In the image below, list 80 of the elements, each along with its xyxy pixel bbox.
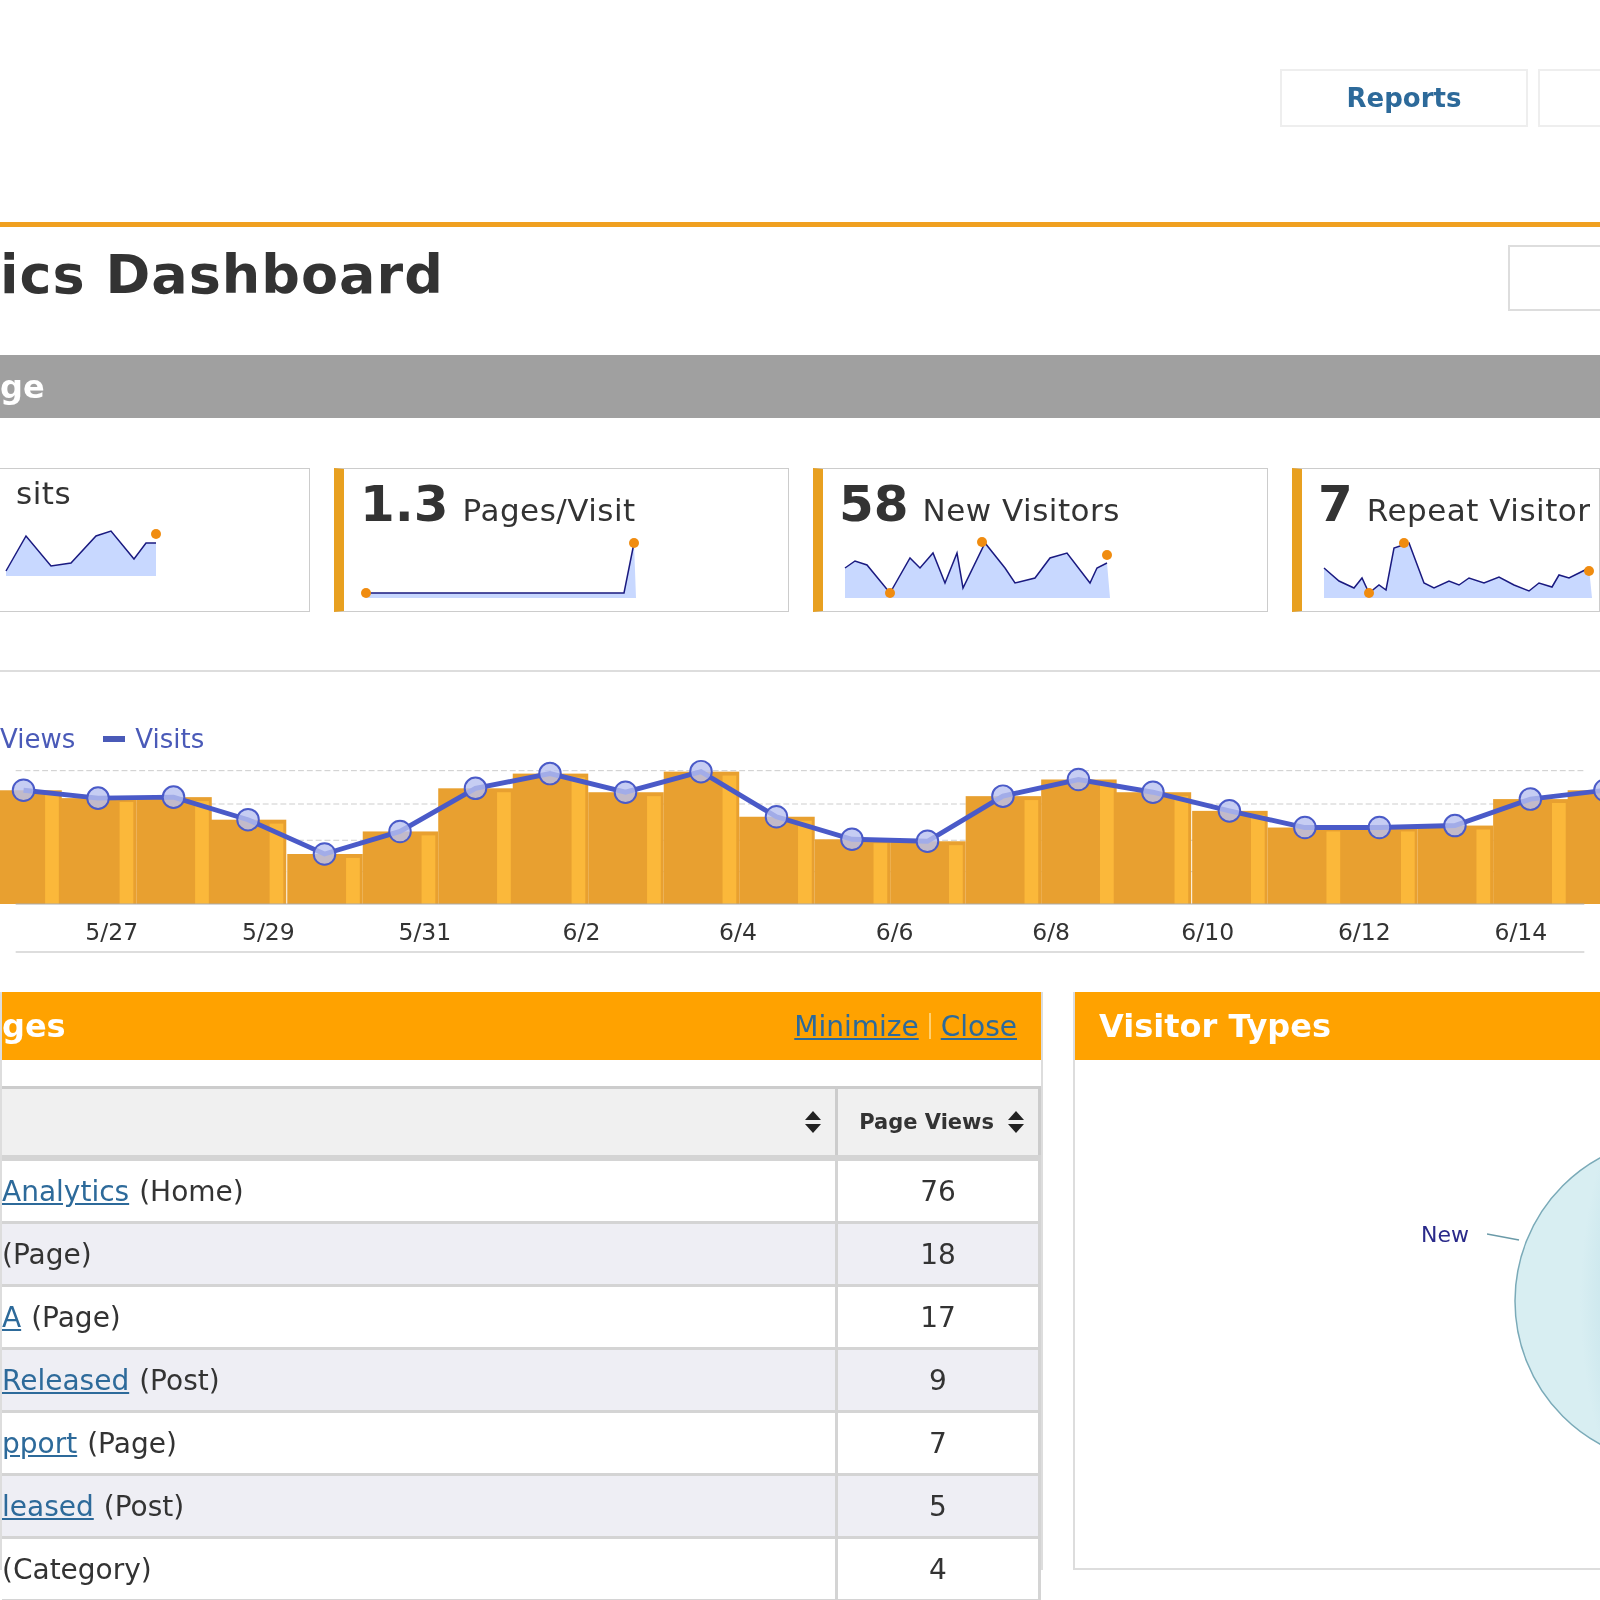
stat-label: sits <box>16 475 72 511</box>
visits-point <box>161 785 186 809</box>
visits-point <box>1518 787 1543 811</box>
pie-label: New <box>1421 1222 1469 1247</box>
visits-point <box>1293 815 1317 840</box>
stat-value: 58 <box>839 475 909 533</box>
stat-label: New Visitors <box>922 492 1120 528</box>
page-link[interactable]: leased <box>2 1489 94 1523</box>
sparkline-point <box>1584 566 1594 576</box>
visits-point <box>236 807 260 832</box>
page-type: (Post) <box>103 1489 185 1523</box>
views-cell: 4 <box>838 1539 1041 1599</box>
views-cell: 9 <box>838 1350 1041 1410</box>
views-cell: 76 <box>838 1161 1041 1221</box>
visits-point <box>840 827 864 852</box>
sort-icon[interactable] <box>1008 1111 1024 1133</box>
sparkline-point <box>1399 538 1409 548</box>
page-link[interactable]: pport <box>2 1426 78 1460</box>
page-type: (Page) <box>2 1237 92 1271</box>
column-header[interactable]: Page Views <box>838 1089 1041 1155</box>
section-title: ge <box>0 367 45 406</box>
visits-point <box>1217 799 1242 823</box>
visits-point <box>915 829 940 853</box>
stat-label: Pages/Visit <box>462 492 636 528</box>
axis-label: 5/31 <box>398 918 452 947</box>
panel-title: ges <box>2 1007 66 1045</box>
axis-label: 5/29 <box>241 918 295 947</box>
visits-point <box>312 842 337 866</box>
page-type: (Page) <box>31 1300 121 1334</box>
axis-label: 5/27 <box>85 918 139 947</box>
visits-point <box>991 784 1015 808</box>
axis-label: 6/2 <box>562 918 601 947</box>
leader-line <box>1487 1232 1521 1242</box>
visits-point <box>1367 815 1392 840</box>
page-type: (Page) <box>87 1426 177 1460</box>
sparkline-point <box>629 538 639 548</box>
page-link[interactable]: A <box>2 1300 22 1334</box>
axis-label: 6/14 <box>1494 918 1548 947</box>
axis-label: 6/6 <box>875 918 914 947</box>
axis-label: 6/10 <box>1181 918 1235 947</box>
legend-item: Visits <box>103 724 205 754</box>
visits-point <box>538 761 562 786</box>
sparkline-point <box>1102 550 1112 560</box>
page-type: (Post) <box>139 1363 220 1397</box>
views-cell: 17 <box>838 1287 1041 1347</box>
sparkline-point <box>361 588 371 598</box>
visits-point <box>689 759 713 784</box>
nav-button[interactable]: Reports <box>1280 69 1528 127</box>
visits-point <box>388 819 412 844</box>
sort-icon[interactable] <box>805 1111 821 1133</box>
visits-point <box>11 778 36 803</box>
visits-point <box>764 805 789 829</box>
page-link[interactable]: Released <box>2 1363 130 1397</box>
stat-value: 7 <box>1318 475 1353 533</box>
axis-label: 6/8 <box>1032 918 1071 947</box>
sparkline-point <box>885 588 895 598</box>
views-cell: 5 <box>838 1476 1041 1536</box>
page-type: (Home) <box>139 1174 244 1208</box>
visits-point <box>1066 767 1091 792</box>
sparkline-point <box>1364 588 1374 598</box>
visits-point <box>1593 778 1600 803</box>
views-cell: 18 <box>838 1224 1041 1284</box>
stat-label: Repeat Visitor <box>1366 492 1591 528</box>
legend-item: Views <box>0 724 76 754</box>
page-link[interactable]: Analytics <box>2 1174 130 1208</box>
visits-point <box>613 780 638 804</box>
sparkline-point <box>977 537 987 547</box>
sparkline-point <box>151 529 161 539</box>
stat-value: 1.3 <box>360 475 449 533</box>
page-title: ics Dashboard <box>0 243 444 306</box>
visits-point <box>1141 780 1165 804</box>
input-field[interactable] <box>1508 245 1600 311</box>
visits-point <box>1443 813 1467 838</box>
views-cell: 7 <box>838 1413 1041 1473</box>
axis-label: 6/12 <box>1337 918 1391 947</box>
panel-title: Visitor Types <box>1098 1007 1331 1045</box>
visits-point <box>463 776 488 801</box>
page-type: (Category) <box>2 1552 152 1586</box>
axis-label: 6/4 <box>719 918 757 947</box>
visits-point <box>86 786 110 810</box>
